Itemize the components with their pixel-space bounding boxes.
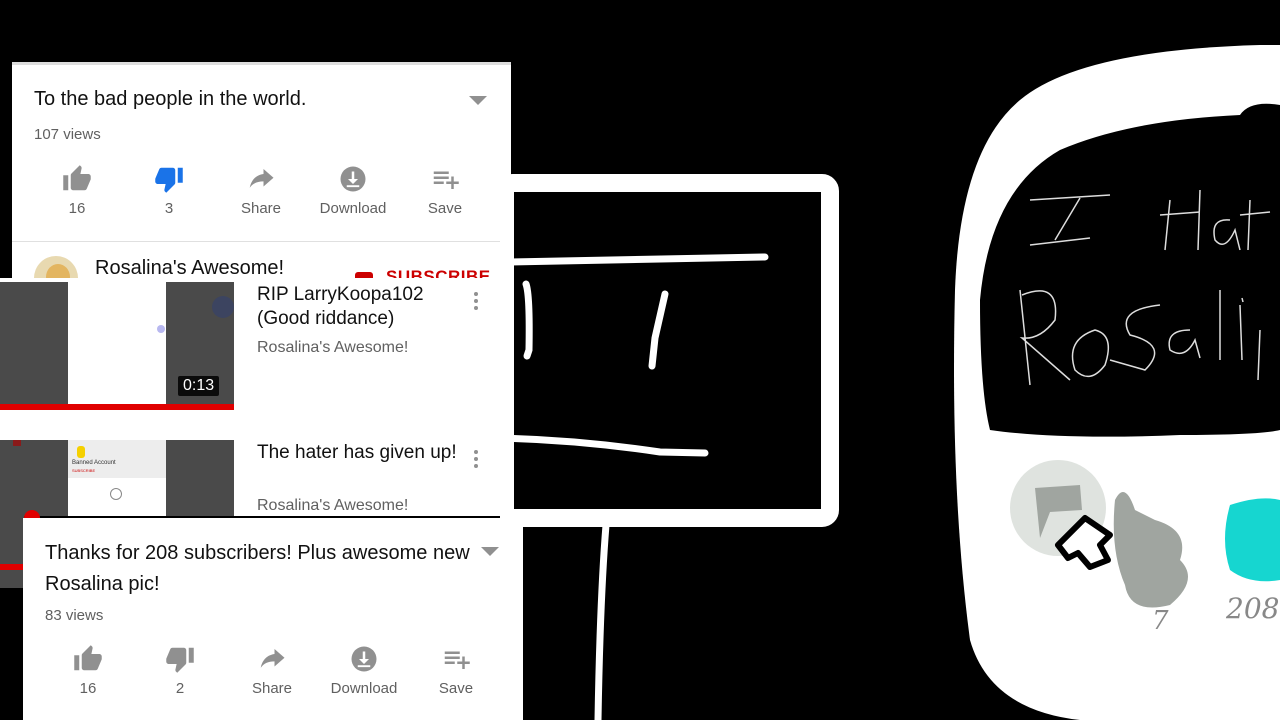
view-count: 107 views	[34, 126, 101, 143]
expand-description-caret-icon[interactable]	[481, 547, 499, 556]
like-count: 16	[79, 680, 97, 697]
drawn-cyan-icon	[1225, 498, 1280, 582]
thumbnail-edge	[0, 516, 24, 588]
download-button[interactable]: Download	[307, 164, 399, 217]
dislike-count: 3	[164, 200, 174, 217]
divider	[12, 241, 511, 242]
download-icon	[340, 166, 366, 192]
thumbs-down-icon	[166, 647, 194, 673]
thumbs-up-icon	[74, 645, 102, 671]
watched-progress-bar	[0, 404, 234, 410]
face-brow-line	[506, 253, 769, 266]
channel-name[interactable]: Rosalina's Awesome!	[95, 257, 284, 280]
video-channel: Rosalina's Awesome!	[257, 339, 409, 356]
video-title[interactable]: The hater has given up!	[257, 441, 457, 465]
share-label: Share	[251, 680, 293, 697]
sign-frame	[500, 174, 839, 527]
video-title: To the bad people in the world.	[34, 88, 307, 110]
share-label: Share	[240, 200, 282, 217]
save-playlist-icon	[433, 171, 459, 189]
download-label: Download	[319, 200, 387, 217]
video-title: Thanks for 208 subscribers! Plus awesome…	[45, 542, 470, 595]
duration-badge: 0:13	[178, 376, 220, 396]
thumbs-down-icon	[155, 167, 183, 193]
pikachu-icon	[77, 446, 85, 458]
download-icon	[351, 646, 377, 672]
user-icon	[110, 488, 122, 500]
thumbnail-dot	[157, 325, 165, 333]
share-icon	[260, 649, 285, 668]
face-right-eye	[648, 290, 669, 370]
related-videos-list: 0:13 RIP LarryKoopa102 (Good riddance) R…	[0, 278, 500, 516]
thumbnail-account: Banned Account	[72, 460, 116, 466]
drawn-subscriber-count: 208	[1226, 592, 1280, 625]
download-label: Download	[330, 680, 398, 697]
save-label: Save	[427, 200, 463, 217]
video-channel: Rosalina's Awesome!	[257, 497, 409, 514]
share-button[interactable]: Share	[226, 644, 318, 697]
more-options-icon[interactable]	[474, 292, 478, 313]
video-title[interactable]: RIP LarryKoopa102 (Good riddance)	[257, 283, 457, 331]
video-thumbnail[interactable]: 0:13	[0, 282, 234, 410]
view-count: 83 views	[45, 607, 104, 624]
drawing-sign	[500, 174, 839, 720]
list-item[interactable]: 0:13 RIP LarryKoopa102 (Good riddance) R…	[0, 278, 500, 418]
thumbnail-subscribe: SUBSCRIBE	[72, 468, 96, 473]
save-playlist-icon	[444, 651, 470, 669]
video-thumbnail[interactable]: Banned Account SUBSCRIBE	[0, 440, 234, 516]
download-button[interactable]: Download	[318, 644, 410, 697]
watched-progress-bar	[0, 564, 24, 570]
more-options-icon[interactable]	[474, 450, 478, 471]
share-icon	[249, 169, 274, 188]
list-item[interactable]: Banned Account SUBSCRIBE The hater has g…	[0, 440, 500, 516]
sign-pole	[594, 521, 610, 720]
thumbs-up-icon	[63, 165, 91, 191]
save-label: Save	[438, 680, 474, 697]
dislike-button[interactable]: 2	[134, 644, 226, 697]
expand-description-caret-icon[interactable]	[469, 96, 487, 105]
face-left-eye	[522, 280, 533, 360]
like-button[interactable]: 16	[31, 164, 123, 217]
video-info-card: Thanks for 208 subscribers! Plus awesome…	[23, 518, 523, 720]
video-info-card: To the bad people in the world. 107 view…	[12, 62, 511, 300]
face-mouth	[500, 434, 709, 457]
like-count: 16	[68, 200, 86, 217]
save-button[interactable]: Save	[399, 164, 491, 217]
share-button[interactable]: Share	[215, 164, 307, 217]
thumbnail-logo-icon	[13, 440, 21, 446]
save-button[interactable]: Save	[410, 644, 502, 697]
thumbnail-circle	[212, 296, 234, 318]
like-button[interactable]: 16	[42, 644, 134, 697]
subscribe-button[interactable]: SUBSCRIBE	[386, 267, 491, 278]
thumbnail-screen	[68, 282, 166, 410]
dislike-count: 2	[175, 680, 185, 697]
dislike-button[interactable]: 3	[123, 164, 215, 217]
drawn-like-count: 7	[1152, 606, 1169, 636]
progress-track	[12, 62, 511, 65]
